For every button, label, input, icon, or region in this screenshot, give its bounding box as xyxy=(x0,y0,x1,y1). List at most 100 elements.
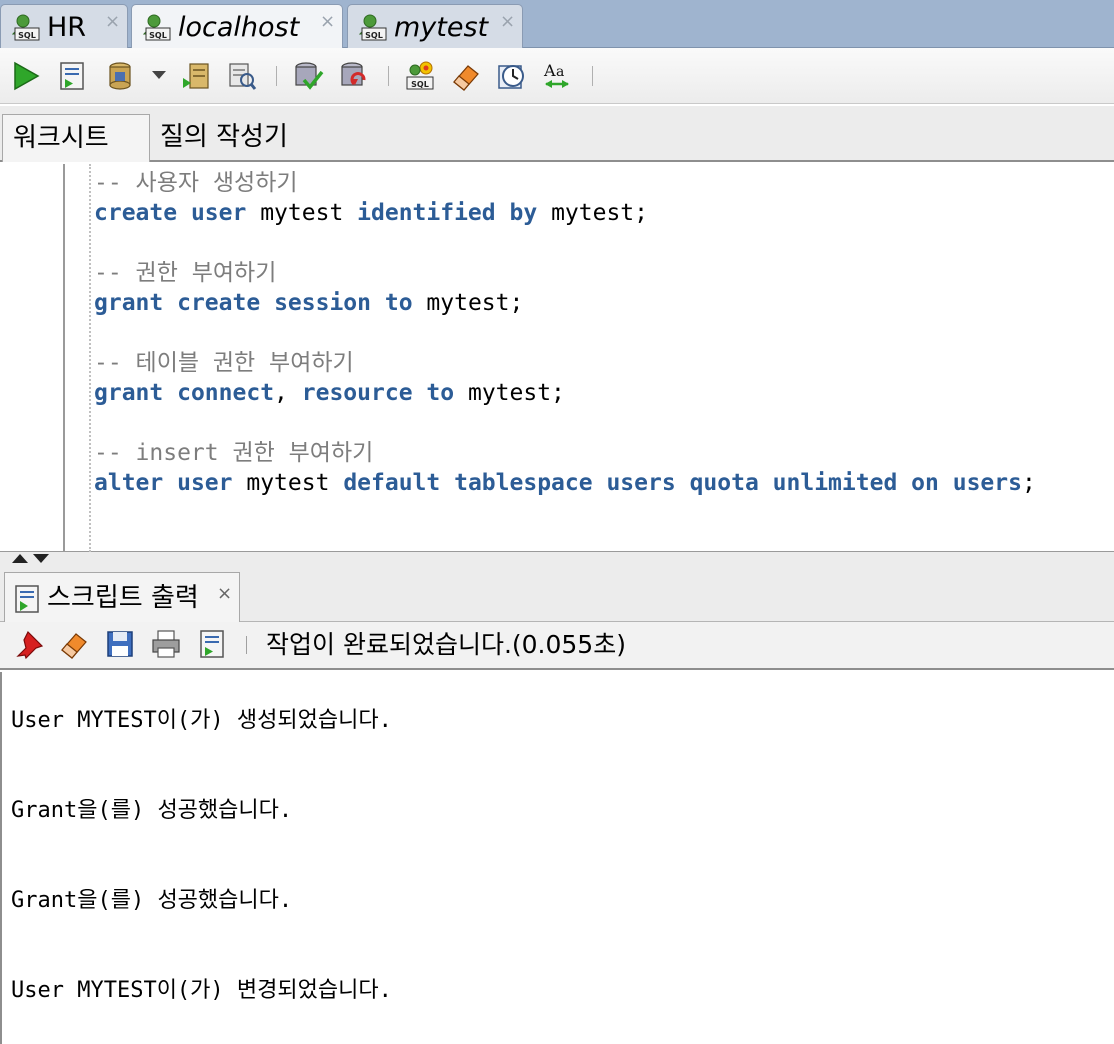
output-line: User MYTEST이(가) 생성되었습니다. xyxy=(11,708,392,733)
worksheet-toolbar: SQL A a xyxy=(0,48,1114,104)
toolbar-separator xyxy=(388,66,389,86)
sql-connection-icon xyxy=(9,12,41,42)
status-text: 작업이 완료되었습니다.(0.055초) xyxy=(266,630,626,659)
output-toolbar: 작업이 완료되었습니다.(0.055초) xyxy=(0,622,1114,670)
run-script-icon[interactable] xyxy=(196,628,228,660)
pin-icon[interactable] xyxy=(14,628,46,660)
code-line: alter user mytest default tablespace use… xyxy=(94,468,1036,498)
identifier: mytest; xyxy=(426,290,524,316)
sql-tuning-icon[interactable] xyxy=(226,60,258,92)
punctuation: ; xyxy=(1021,470,1036,496)
sql-history-icon[interactable] xyxy=(496,60,528,92)
connection-tab-bar: HR × localhost × mytest × xyxy=(0,0,1114,48)
chevron-down-icon[interactable] xyxy=(152,71,166,79)
close-icon[interactable]: × xyxy=(500,12,515,32)
keyword: unlimited xyxy=(772,470,898,496)
keyword: identified xyxy=(357,200,496,226)
worksheet-tab-bar: 워크시트 질의 작성기 xyxy=(0,106,1114,162)
connection-tab-label: HR xyxy=(47,12,87,43)
close-icon[interactable]: × xyxy=(320,12,335,32)
sql-connection-icon xyxy=(140,12,172,42)
clear-eraser-icon[interactable] xyxy=(58,628,90,660)
gutter-divider xyxy=(63,164,65,552)
connection-tab-hr[interactable]: HR × xyxy=(0,4,128,48)
keyword: to xyxy=(426,380,455,406)
fold-guide xyxy=(89,164,91,552)
unshared-sql-worksheet-icon[interactable]: SQL xyxy=(404,60,436,92)
keyword: user xyxy=(177,470,233,496)
identifier: mytest xyxy=(260,200,344,226)
keyword: resource xyxy=(301,380,413,406)
keyword: default xyxy=(343,470,441,496)
print-icon[interactable] xyxy=(150,628,182,660)
code-line: create user mytest identified by mytest; xyxy=(94,198,1036,228)
keyword: grant xyxy=(94,290,164,316)
keyword: quota xyxy=(689,470,759,496)
tab-label: 스크립트 출력 xyxy=(47,583,199,613)
keyword: grant xyxy=(94,380,164,406)
output-line: Grant을(를) 성공했습니다. xyxy=(11,888,293,913)
run-script-icon[interactable] xyxy=(56,60,88,92)
close-icon[interactable]: × xyxy=(105,12,120,32)
keyword: connect xyxy=(177,380,275,406)
clear-eraser-icon[interactable] xyxy=(450,60,482,92)
save-icon[interactable] xyxy=(104,628,136,660)
code-line: -- 사용자 생성하기 xyxy=(94,168,1036,198)
identifier: mytest; xyxy=(551,200,648,226)
script-output-area[interactable]: User MYTEST이(가) 생성되었습니다. Grant을(를) 성공했습니… xyxy=(0,672,1114,1044)
tab-query-builder[interactable]: 질의 작성기 xyxy=(150,114,300,162)
keyword: to xyxy=(384,290,413,316)
keyword: create xyxy=(177,290,261,316)
code-area[interactable]: -- 사용자 생성하기 create user mytest identifie… xyxy=(94,168,1036,498)
toolbar-separator xyxy=(592,66,593,86)
svg-text:SQL: SQL xyxy=(411,80,429,89)
comment: -- 권한 부여하기 xyxy=(94,260,277,286)
keyword: create xyxy=(94,200,178,226)
output-tab-bar: 스크립트 출력 × xyxy=(0,564,1114,622)
toolbar-separator xyxy=(276,66,277,86)
toolbar-separator xyxy=(246,636,247,654)
connection-tab-mytest[interactable]: mytest × xyxy=(347,4,523,48)
code-line: -- 테이블 권한 부여하기 xyxy=(94,348,1036,378)
rollback-icon[interactable] xyxy=(338,60,370,92)
run-statement-icon[interactable] xyxy=(10,60,42,92)
code-line: grant connect, resource to mytest; xyxy=(94,378,1036,408)
keyword: user xyxy=(190,200,247,226)
connection-tab-label: localhost xyxy=(178,12,300,43)
output-line: Grant을(를) 성공했습니다. xyxy=(11,798,293,823)
autotrace-icon[interactable] xyxy=(104,60,136,92)
sql-editor[interactable]: -- 사용자 생성하기 create user mytest identifie… xyxy=(0,164,1114,552)
punctuation: , xyxy=(274,380,288,406)
identifier: mytest xyxy=(246,470,330,496)
script-output-icon xyxy=(15,585,39,613)
panel-splitter[interactable] xyxy=(0,552,1114,564)
chevron-up-icon[interactable] xyxy=(12,554,28,563)
tab-script-output[interactable]: 스크립트 출력 × xyxy=(4,572,240,622)
keyword: users xyxy=(606,470,676,496)
code-line: -- 권한 부여하기 xyxy=(94,258,1036,288)
explain-plan-icon[interactable] xyxy=(180,60,212,92)
close-icon[interactable]: × xyxy=(217,583,232,604)
keyword: tablespace xyxy=(454,470,593,496)
connection-tab-localhost[interactable]: localhost × xyxy=(131,4,343,48)
chevron-down-icon[interactable] xyxy=(33,554,49,563)
comment: -- 테이블 권한 부여하기 xyxy=(94,350,354,376)
tab-worksheet[interactable]: 워크시트 xyxy=(2,114,150,162)
format-case-icon[interactable]: A a xyxy=(542,60,574,92)
keyword: alter xyxy=(94,470,164,496)
keyword: users xyxy=(952,470,1022,496)
keyword: session xyxy=(274,290,371,316)
connection-tab-label: mytest xyxy=(394,12,489,43)
sql-connection-icon xyxy=(356,12,388,42)
code-line: grant create session to mytest; xyxy=(94,288,1036,318)
commit-icon[interactable] xyxy=(292,60,324,92)
comment: -- 사용자 생성하기 xyxy=(94,170,298,196)
svg-text:a: a xyxy=(556,64,564,80)
comment: -- insert 권한 부여하기 xyxy=(94,440,374,466)
identifier: mytest; xyxy=(467,380,565,406)
keyword: on xyxy=(911,470,939,496)
svg-text:A: A xyxy=(543,61,556,80)
